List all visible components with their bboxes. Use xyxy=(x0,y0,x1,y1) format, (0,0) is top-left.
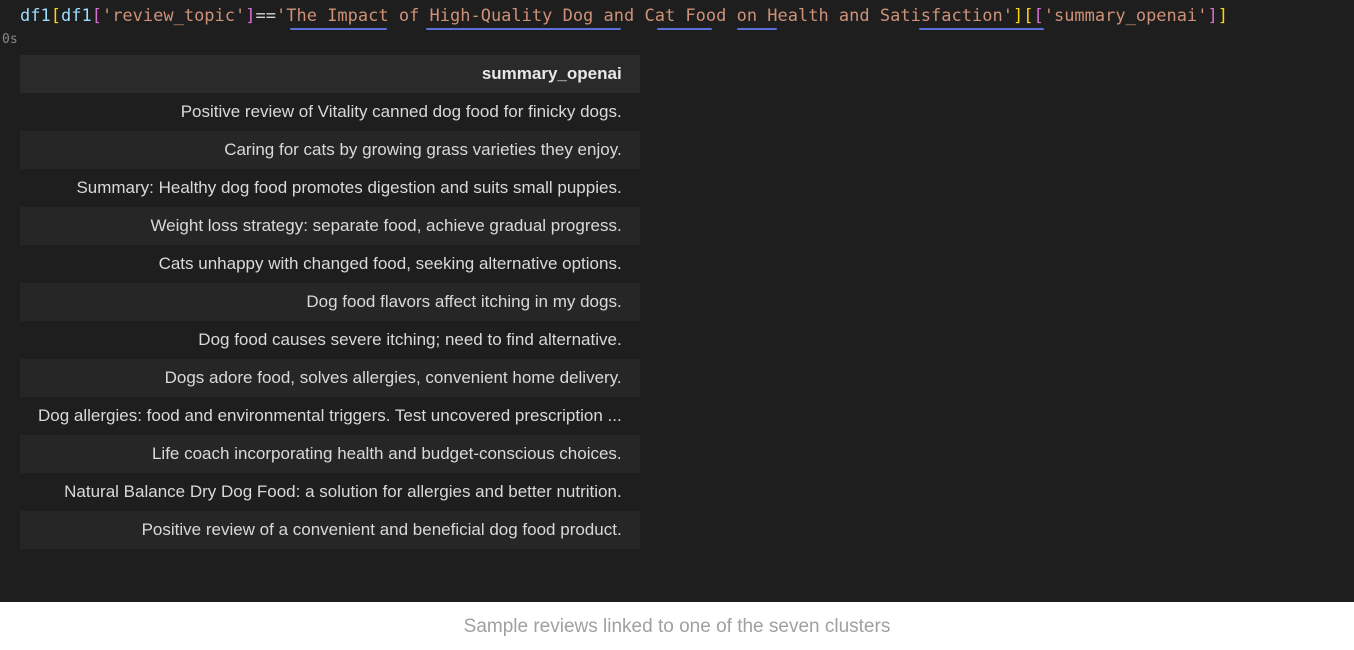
code-cell[interactable]: df1[df1['review_topic']=='The Impact of … xyxy=(0,0,1354,32)
table-cell: Summary: Healthy dog food promotes diges… xyxy=(20,169,640,207)
code-variable: df1 xyxy=(20,6,51,26)
table-cell: Natural Balance Dry Dog Food: a solution… xyxy=(20,473,640,511)
table-cell: Weight loss strategy: separate food, ach… xyxy=(20,207,640,245)
table-row: Dogs adore food, solves allergies, conve… xyxy=(20,359,640,397)
code-variable: df1 xyxy=(61,6,92,26)
table-row: Caring for cats by growing grass varieti… xyxy=(20,131,640,169)
code-string: 'The Impact of High-Quality Dog and Cat … xyxy=(276,6,1013,26)
notebook-output-panel: df1[df1['review_topic']=='The Impact of … xyxy=(0,0,1354,602)
table-cell: Positive review of a convenient and bene… xyxy=(20,511,640,549)
table-cell: Dog allergies: food and environmental tr… xyxy=(20,397,640,435)
table-row: Cats unhappy with changed food, seeking … xyxy=(20,245,640,283)
table-row: Summary: Healthy dog food promotes diges… xyxy=(20,169,640,207)
table-row: Dog food causes severe itching; need to … xyxy=(20,321,640,359)
table-row: Positive review of Vitality canned dog f… xyxy=(20,93,640,131)
bracket-close: ] xyxy=(1013,6,1023,26)
table-row: Dog food flavors affect itching in my do… xyxy=(20,283,640,321)
bracket-open: [ xyxy=(92,6,102,26)
code-operator: == xyxy=(256,6,276,26)
column-header-summary: summary_openai xyxy=(20,55,640,93)
table-cell: Dog food flavors affect itching in my do… xyxy=(20,283,640,321)
execution-time: 0s xyxy=(0,32,1354,49)
bracket-open: [ xyxy=(1023,6,1033,26)
bracket-open: [ xyxy=(51,6,61,26)
figure-caption: Sample reviews linked to one of the seve… xyxy=(0,602,1354,638)
table-row: Positive review of a convenient and bene… xyxy=(20,511,640,549)
bracket-close: ] xyxy=(245,6,255,26)
table-cell: Caring for cats by growing grass varieti… xyxy=(20,131,640,169)
table-cell: Dog food causes severe itching; need to … xyxy=(20,321,640,359)
table-row: Life coach incorporating health and budg… xyxy=(20,435,640,473)
dataframe-table: summary_openai Positive review of Vitali… xyxy=(20,55,640,549)
bracket-close: ] xyxy=(1208,6,1218,26)
code-string: 'summary_openai' xyxy=(1044,6,1208,26)
code-string: 'review_topic' xyxy=(102,6,245,26)
table-row: Weight loss strategy: separate food, ach… xyxy=(20,207,640,245)
table-cell: Positive review of Vitality canned dog f… xyxy=(20,93,640,131)
table-cell: Cats unhappy with changed food, seeking … xyxy=(20,245,640,283)
bracket-open: [ xyxy=(1033,6,1043,26)
table-cell: Life coach incorporating health and budg… xyxy=(20,435,640,473)
table-row: Dog allergies: food and environmental tr… xyxy=(20,397,640,435)
bracket-close: ] xyxy=(1218,6,1228,26)
cell-output: summary_openai Positive review of Vitali… xyxy=(0,49,1354,549)
table-cell: Dogs adore food, solves allergies, conve… xyxy=(20,359,640,397)
table-row: Natural Balance Dry Dog Food: a solution… xyxy=(20,473,640,511)
